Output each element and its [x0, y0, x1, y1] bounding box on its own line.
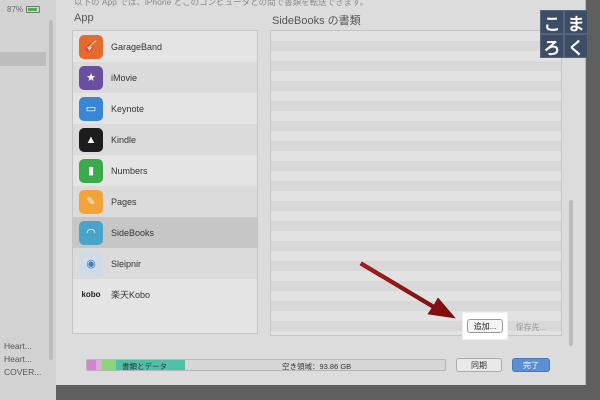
sidebar-selected-item[interactable]	[0, 52, 46, 66]
done-button[interactable]: 完了	[512, 358, 550, 372]
battery-indicator: 87%	[7, 5, 41, 14]
garageband-icon: 🎸	[79, 34, 103, 59]
app-name: Pages	[111, 196, 137, 207]
app-name: Kindle	[111, 134, 137, 145]
imovie-icon: ★	[79, 65, 103, 90]
sharing-description: 以下の App では、iPhone とこのコンピュータとの間で書類を転送できます…	[74, 0, 369, 7]
logo-char: こ	[540, 10, 564, 35]
sidebar-item[interactable]: Heart...	[4, 340, 41, 353]
logo-char: く	[564, 34, 588, 59]
app-row[interactable]: kobo 楽天Kobo	[73, 279, 257, 310]
logo-char: ま	[564, 10, 588, 35]
app-row[interactable]: ◠ SideBooks	[73, 217, 257, 248]
app-row[interactable]: ▮ Numbers	[73, 155, 257, 186]
save-to-button[interactable]: 保存先...	[508, 320, 554, 334]
app-name: SideBooks	[111, 227, 155, 238]
panel-scrollbar[interactable]	[569, 200, 573, 346]
sidebar-item[interactable]: Heart...	[4, 353, 41, 366]
app-name: iMovie	[111, 72, 138, 83]
site-logo: こ ま ろ く	[540, 10, 588, 59]
sidebar-playlist-list: Heart... Heart... COVER...	[4, 340, 41, 379]
sidebooks-icon: ◠	[79, 220, 103, 245]
itunes-sidebar: 87% Heart... Heart... COVER...	[0, 0, 56, 400]
capacity-segment-apps	[102, 360, 116, 370]
battery-icon	[26, 6, 41, 13]
kindle-icon: ▲	[79, 127, 103, 152]
add-button-highlight: 追加...	[462, 312, 508, 340]
app-name: GarageBand	[111, 41, 163, 52]
capacity-free-label: 空き領域：93.86 GB	[282, 362, 352, 371]
capacity-documents-label: 書類とデータ	[122, 362, 167, 371]
app-list: 🎸 GarageBand ★ iMovie ▭ Keynote ▲ Kindle ▮ Number…	[72, 30, 258, 334]
capacity-segment-audio	[87, 360, 96, 370]
docs-column-title: SideBooks の書類	[272, 15, 361, 27]
add-button[interactable]: 追加...	[467, 319, 503, 333]
sidebar-scrollbar[interactable]	[49, 20, 53, 360]
app-name: Sleipnir	[111, 258, 142, 269]
sidebar-item[interactable]: COVER...	[4, 366, 41, 379]
logo-char: ろ	[540, 34, 564, 59]
sleipnir-icon: ◉	[79, 251, 103, 276]
battery-text: 87%	[7, 5, 24, 14]
app-row[interactable]: ◉ Sleipnir	[73, 248, 257, 279]
keynote-icon: ▭	[79, 96, 103, 121]
sync-button[interactable]: 同期	[456, 358, 502, 372]
app-name: Keynote	[111, 103, 145, 114]
numbers-icon: ▮	[79, 158, 103, 183]
app-row[interactable]: ✎ Pages	[73, 186, 257, 217]
pages-icon: ✎	[79, 189, 103, 214]
app-name: Numbers	[111, 165, 148, 176]
app-row[interactable]: ▭ Keynote	[73, 93, 257, 124]
app-row[interactable]: ▲ Kindle	[73, 124, 257, 155]
app-row[interactable]: 🎸 GarageBand	[73, 31, 257, 62]
document-list[interactable]	[270, 30, 562, 336]
apps-column-title: App	[74, 12, 94, 24]
app-row[interactable]: ★ iMovie	[73, 62, 257, 93]
app-name: 楽天Kobo	[111, 290, 151, 300]
kobo-icon: kobo	[79, 282, 103, 307]
